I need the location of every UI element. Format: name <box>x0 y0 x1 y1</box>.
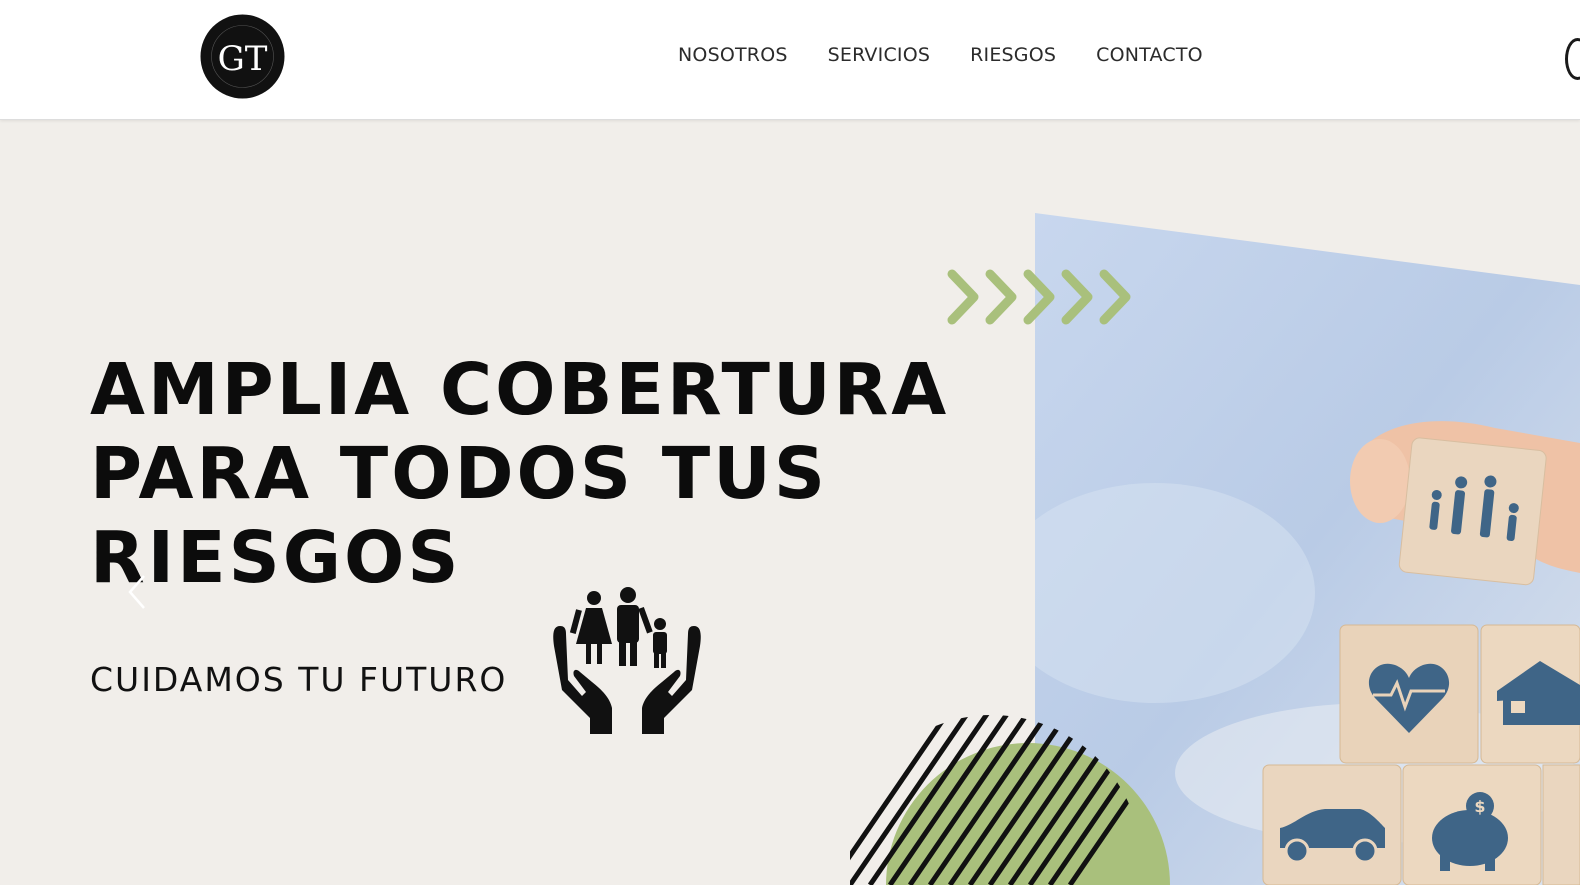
hero-slide: $ AMPLIA COBERTURA PARA TODOS TUS RIESGO… <box>0 120 1580 885</box>
headline-line-1: AMPLIA COBERTURA <box>90 348 950 431</box>
chevron-right-icon <box>947 269 1131 325</box>
brand-logo[interactable]: GT <box>200 14 285 99</box>
headline-line-3: RIESGOS <box>90 516 462 599</box>
nav-link-servicios[interactable]: SERVICIOS <box>828 44 931 66</box>
slider-prev-arrow[interactable] <box>124 572 150 612</box>
cut-off-icon[interactable] <box>1565 38 1580 80</box>
nav-link-nosotros[interactable]: NOSOTROS <box>678 44 788 66</box>
nav-link-riesgos[interactable]: RIESGOS <box>970 44 1056 66</box>
brand-logo-icon: GT <box>200 14 285 99</box>
site-header: GT NOSOTROS SERVICIOS RIESGOS CONTACTO <box>0 0 1580 120</box>
family-block <box>1398 437 1547 586</box>
nav-link-contacto[interactable]: CONTACTO <box>1096 44 1203 66</box>
decorative-shapes <box>850 715 1170 885</box>
hero-subheadline: CUIDAMOS TU FUTURO <box>90 660 508 699</box>
logo-monogram: GT <box>218 39 268 79</box>
decorative-chevrons <box>947 269 1131 325</box>
hero-headline: AMPLIA COBERTURA PARA TODOS TUS RIESGOS <box>90 348 949 600</box>
main-nav: NOSOTROS SERVICIOS RIESGOS CONTACTO <box>678 44 1203 66</box>
svg-text:$: $ <box>1474 797 1485 816</box>
family-in-hands-icon <box>553 587 701 734</box>
chevron-left-icon <box>128 575 145 609</box>
headline-line-2: PARA TODOS TUS <box>90 432 828 515</box>
